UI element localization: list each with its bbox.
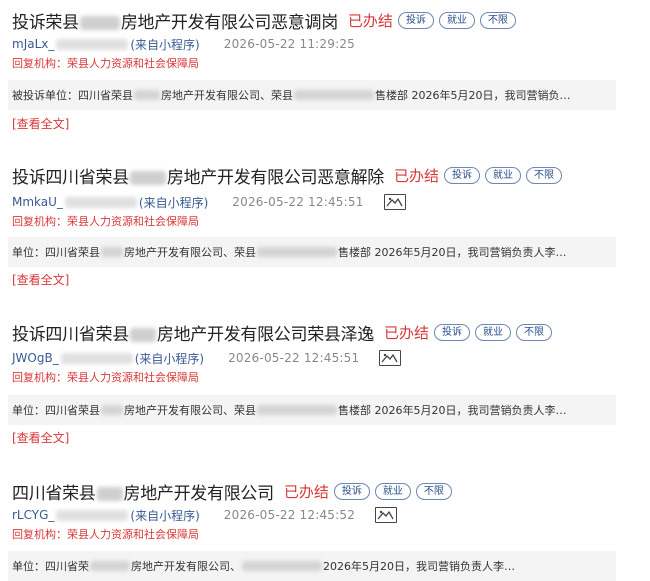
redacted-name [79,15,120,30]
redacted-text [294,90,374,100]
redacted-text [257,247,337,257]
complaint-title-link[interactable]: 投诉荣县 房地产开发有限公司恶意调岗 [12,8,338,33]
complaint-title-part: 四川省荣县 [12,483,96,504]
meta-row: mJaLx_ (来自小程序) 2026-05-22 11:29:25 [12,35,355,53]
complaint-title-part: 投诉四川省荣县 [12,167,129,188]
excerpt-text: 售楼部 2026年5月20日，我司营销负… [375,89,571,102]
meta-row: MmkaU_ (来自小程序) 2026-05-22 12:45:51 [12,193,406,211]
complaint-title-part: 投诉荣县 [12,12,79,33]
complaint-title-link[interactable]: 投诉四川省荣县 房地产开发有限公司恶意解除 [12,163,384,188]
reply-organization: 回复机构：荣县人力资源和社会保障局 [12,371,199,384]
redacted-text [257,405,337,415]
excerpt-text: 房地产开发有限公司、荣县 [124,246,256,259]
image-icon[interactable] [379,350,402,366]
complaint-title-part: 房地产开发有限公司恶意调岗 [120,12,338,33]
status-label: 已办结 [394,166,440,185]
excerpt-text: 2026年5月20日，我司营销负责人李… [323,560,515,573]
redacted-text [90,561,130,571]
category-tag[interactable]: 投诉 [444,166,481,184]
redacted-text [134,90,160,100]
excerpt-text: 被投诉单位：四川省荣县 [12,89,133,102]
category-tag[interactable]: 不限 [526,166,563,184]
category-tag[interactable]: 不限 [415,482,452,500]
post-date: 2026-05-22 12:45:52 [223,508,356,522]
title-row: 投诉荣县 房地产开发有限公司恶意调岗 已办结 投诉 就业 不限 [12,8,516,33]
meta-row: JWOgB_ (来自小程序) 2026-05-22 12:45:51 [12,349,402,367]
redacted-text [101,247,123,257]
redacted-user [56,38,129,50]
status-label: 已办结 [347,11,393,30]
redacted-user [64,196,137,208]
complaint-title-link[interactable]: 投诉四川省荣县 房地产开发有限公司荣县泽逸 [12,320,374,345]
redacted-name [129,170,166,185]
category-tag[interactable]: 投诉 [333,482,370,500]
category-tag[interactable]: 不限 [479,11,516,29]
user-id[interactable]: rLCYG_ [12,508,54,522]
meta-row: rLCYG_ (来自小程序) 2026-05-22 12:45:52 [12,506,398,524]
complaint-title-part: 投诉四川省荣县 [12,324,129,345]
title-row: 投诉四川省荣县 房地产开发有限公司恶意解除 已办结 投诉 就业 不限 [12,163,563,188]
image-icon[interactable] [375,507,398,523]
post-date: 2026-05-22 11:29:25 [223,37,355,51]
post-date: 2026-05-22 12:45:51 [228,351,360,365]
title-row: 投诉四川省荣县 房地产开发有限公司荣县泽逸 已办结 投诉 就业 不限 [12,320,553,345]
post-date: 2026-05-22 12:45:51 [232,195,364,209]
excerpt-text: 单位：四川省荣县 [12,246,100,259]
image-icon[interactable] [383,194,406,210]
complaint-title-part: 房地产开发有限公司荣县泽逸 [156,324,375,345]
excerpt-text: 房地产开发有限公司、 [131,560,241,573]
reply-organization: 回复机构：荣县人力资源和社会保障局 [12,57,199,70]
category-tag[interactable]: 就业 [475,323,512,341]
complaint-excerpt: 单位：四川省荣县 房地产开发有限公司、荣县 售楼部 2026年5月20日，我司营销负… [8,395,616,425]
redacted-text [242,561,322,571]
excerpt-text: 房地产开发有限公司、荣县 [124,404,256,417]
excerpt-text: 售楼部 2026年5月20日，我司营销负责人李… [338,246,567,259]
status-label: 已办结 [384,323,430,342]
user-id[interactable]: mJaLx_ [12,37,54,51]
redacted-text [101,405,123,415]
user-id[interactable]: JWOgB_ [12,351,59,365]
view-full-text-link[interactable]: [查看全文] [12,271,69,288]
complaint-title-part: 房地产开发有限公司 [123,483,275,504]
source-label: (来自小程序) [130,508,200,523]
excerpt-text: 单位：四川省荣县 [12,404,100,417]
title-row: 四川省荣县 房地产开发有限公司 已办结 投诉 就业 不限 [12,479,452,504]
category-tag[interactable]: 不限 [516,323,553,341]
view-full-text-link[interactable]: [查看全文] [12,429,69,446]
excerpt-text: 单位：四川省荣 [12,560,89,573]
source-label: (来自小程序) [138,195,209,210]
category-tag[interactable]: 投诉 [434,323,471,341]
category-tag[interactable]: 就业 [374,482,411,500]
complaint-title-link[interactable]: 四川省荣县 房地产开发有限公司 [12,479,274,504]
complaint-excerpt: 单位：四川省荣 房地产开发有限公司、 2026年5月20日，我司营销负责人李… [8,551,616,581]
excerpt-text: 房地产开发有限公司、荣县 [161,89,293,102]
source-label: (来自小程序) [130,37,200,52]
category-tag[interactable]: 投诉 [397,11,434,29]
complaint-excerpt: 单位：四川省荣县 房地产开发有限公司、荣县 售楼部 2026年5月20日，我司营销负… [8,237,616,267]
redacted-name [96,486,123,501]
category-tag[interactable]: 就业 [438,11,475,29]
category-tag[interactable]: 就业 [485,166,522,184]
user-id[interactable]: MmkaU_ [12,195,63,209]
reply-organization: 回复机构：荣县人力资源和社会保障局 [12,215,199,228]
excerpt-text: 售楼部 2026年5月20日，我司营销负责人李… [338,404,567,417]
source-label: (来自小程序) [134,351,205,366]
view-full-text-link[interactable]: [查看全文] [12,115,69,132]
redacted-user [60,352,133,364]
complaint-excerpt: 被投诉单位：四川省荣县 房地产开发有限公司、荣县 售楼部 2026年5月20日，我司… [8,80,616,110]
complaint-title-part: 房地产开发有限公司恶意解除 [166,167,385,188]
redacted-user [56,509,129,521]
redacted-name [129,327,156,342]
status-label: 已办结 [283,482,329,501]
reply-organization: 回复机构：荣县人力资源和社会保障局 [12,528,199,541]
